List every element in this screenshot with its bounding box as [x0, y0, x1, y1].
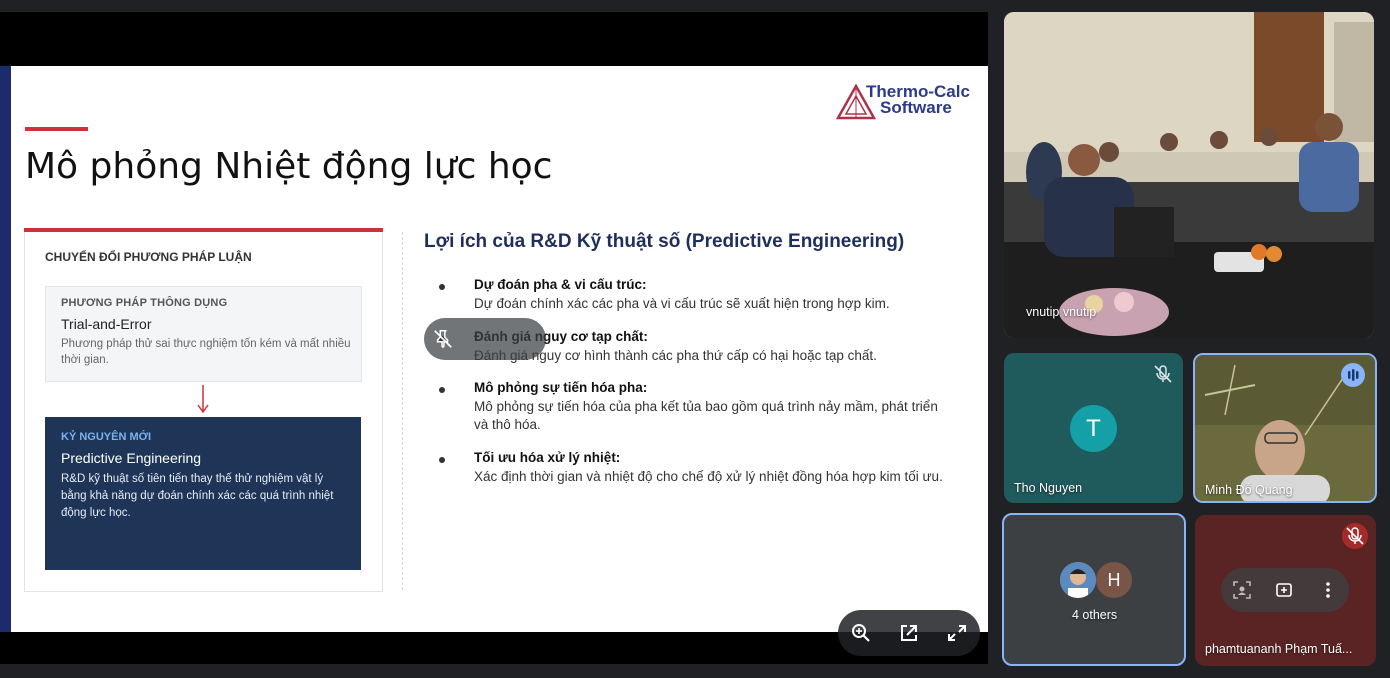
more-options-button[interactable]	[1313, 575, 1343, 605]
bullet-dot	[439, 284, 445, 290]
new-method-desc: R&D kỹ thuật số tiên tiến thay thế thử n…	[61, 473, 334, 519]
new-method-title: Predictive Engineering	[61, 450, 202, 466]
open-in-new-icon	[901, 625, 917, 641]
slide-edge-bar	[0, 66, 11, 632]
frame-button[interactable]	[1227, 575, 1257, 605]
participant-name: phamtuananh Phạm Tuấ...	[1205, 642, 1353, 656]
speaking-indicator	[1341, 363, 1365, 387]
arrow-down-icon	[197, 385, 209, 414]
participant-tile-pham[interactable]: phamtuananh Phạm Tuấ...	[1195, 515, 1376, 666]
participant-tile-room[interactable]: vnutip vnutip	[1004, 12, 1374, 338]
card-heading: CHUYỂN ĐỔI PHƯƠNG PHÁP LUẬN	[45, 250, 252, 264]
tile-hover-controls	[1221, 568, 1349, 612]
benefit-desc: Mô phỏng sự tiến hóa của pha kết tủa bao…	[474, 399, 938, 432]
mic-off-icon	[1154, 365, 1172, 383]
participant-name: Tho Nguyen	[1014, 481, 1083, 495]
mic-off-icon	[1346, 527, 1364, 545]
old-method-desc: Phương pháp thử sai thực nghiệm tốn kém …	[61, 338, 351, 366]
benefit-desc: Xác định thời gian và nhiệt độ cho chế đ…	[474, 469, 943, 484]
bullet-dot	[439, 457, 445, 463]
participant-name: Minh Đỗ Quang	[1205, 483, 1293, 497]
logo-line-2: Software	[880, 98, 952, 117]
avatar: T	[1070, 405, 1117, 452]
card-top-accent	[24, 228, 383, 232]
frame-person-icon	[1233, 581, 1251, 599]
benefit-heading: Dự đoán pha & vi cấu trúc:	[474, 277, 647, 292]
benefit-desc: Dự đoán chính xác các pha và vi cấu trúc…	[474, 296, 890, 311]
participant-tile-others[interactable]: H 4 others	[1002, 513, 1186, 666]
old-method-tag: PHƯƠNG PHÁP THÔNG DỤNG	[61, 297, 228, 309]
bullet-dot	[439, 387, 445, 393]
participant-name: vnutip vnutip	[1026, 305, 1097, 319]
logo-text: Thermo-Calc Software	[866, 83, 970, 117]
participant-tile-minh[interactable]: Minh Đỗ Quang	[1193, 353, 1377, 503]
avatar	[1060, 562, 1096, 598]
zoom-in-button[interactable]	[846, 618, 876, 648]
open-in-new-button[interactable]	[894, 618, 924, 648]
mic-off-indicator	[1150, 361, 1176, 387]
audio-level-icon	[1348, 369, 1359, 381]
unpin-icon	[434, 330, 452, 349]
new-method-tag: KỶ NGUYÊN MỚI	[61, 431, 152, 443]
unpin-button[interactable]	[424, 318, 546, 360]
more-vert-icon	[1326, 582, 1330, 598]
benefit-desc: Đánh giá nguy cơ hình thành các pha thứ …	[474, 348, 877, 363]
zoom-in-icon	[852, 624, 870, 642]
add-to-screen-icon	[1276, 583, 1292, 597]
avatar-photo	[1060, 562, 1096, 598]
fullscreen-button[interactable]	[942, 618, 972, 648]
benefit-heading: Tối ưu hóa xử lý nhiệt:	[474, 450, 621, 465]
others-count-label: 4 others	[1072, 608, 1118, 622]
title-accent-line	[25, 127, 88, 131]
slide-title: Mô phỏng Nhiệt động lực học	[25, 146, 553, 187]
benefit-heading: Mô phỏng sự tiến hóa pha:	[474, 380, 648, 395]
presentation-controls	[838, 610, 980, 656]
old-method-title: Trial-and-Error	[61, 316, 152, 332]
pin-button[interactable]	[1269, 575, 1299, 605]
fullscreen-icon	[948, 625, 966, 641]
benefits-title: Lợi ích của R&D Kỹ thuật số (Predictive …	[424, 231, 905, 252]
avatar: H	[1096, 562, 1132, 598]
content-divider	[402, 232, 403, 590]
mic-off-indicator	[1342, 523, 1368, 549]
participant-tile-tho[interactable]: T Tho Nguyen	[1004, 353, 1183, 503]
room-video-feed	[1004, 12, 1374, 338]
